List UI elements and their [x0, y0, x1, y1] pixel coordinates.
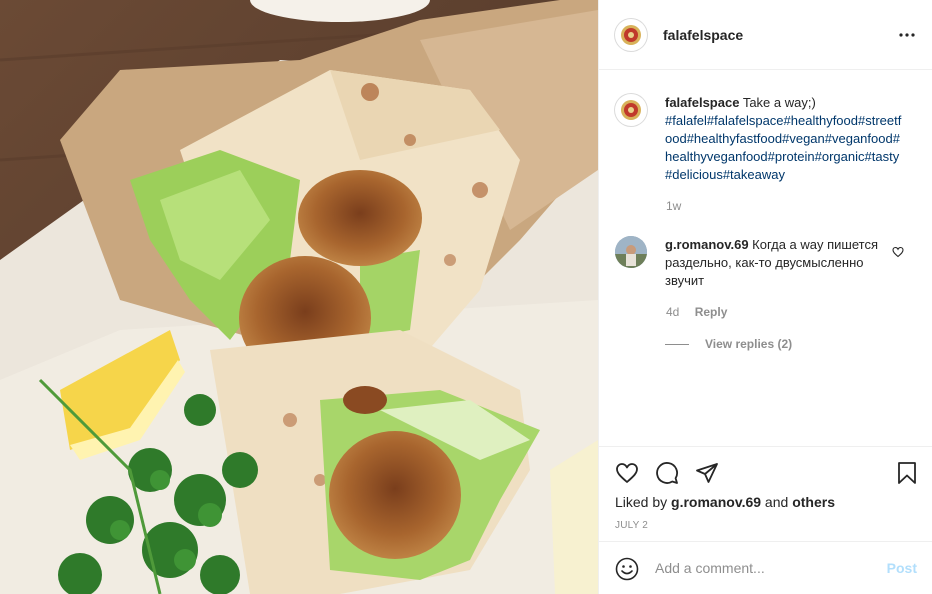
caption-username[interactable]: falafelspace	[665, 95, 739, 110]
post-image[interactable]	[0, 0, 598, 594]
post-header: falafelspace	[599, 0, 932, 70]
liked-by-user[interactable]: g.romanov.69	[671, 494, 761, 510]
caption-age[interactable]: 1w	[666, 199, 681, 213]
likes-summary: Liked by g.romanov.69 and others	[615, 494, 835, 510]
falafelspace-logo-icon	[616, 20, 646, 50]
hashtag[interactable]: #healthyfastfood	[687, 131, 782, 146]
comment-button[interactable]	[655, 461, 679, 490]
heart-icon	[616, 463, 638, 483]
falafelspace-logo-icon	[616, 95, 646, 125]
bookmark-icon	[898, 462, 916, 484]
post-caption: falafelspace Take a way;) #falafel#falaf…	[665, 94, 905, 184]
share-button[interactable]	[695, 461, 719, 490]
more-options-button[interactable]	[897, 25, 917, 45]
comment-meta: 4d Reply	[666, 305, 727, 319]
liked-by-others[interactable]: others	[792, 494, 835, 510]
liked-by-and: and	[761, 494, 793, 510]
hashtag[interactable]: #vegan	[782, 131, 825, 146]
comment-bubble-icon	[656, 462, 678, 484]
comment-like-button[interactable]	[892, 245, 904, 263]
caption-text: Take a way;)	[739, 95, 816, 110]
falafel-wrap-photo	[0, 0, 598, 594]
comment-body: g.romanov.69 Когда а way пишется раздель…	[665, 236, 880, 290]
view-replies-button[interactable]: View replies (2)	[665, 337, 792, 351]
user-photo-icon	[615, 236, 647, 268]
post-date[interactable]: JULY 2	[615, 520, 648, 531]
post-details-panel: falafelspace falafelspace Take a way;) #…	[598, 0, 932, 594]
reply-button[interactable]: Reply	[695, 305, 728, 319]
avatar[interactable]	[615, 19, 647, 51]
comment-age[interactable]: 4d	[666, 305, 679, 319]
hashtag[interactable]: #protein	[768, 149, 815, 164]
post-comment-button[interactable]: Post	[887, 560, 917, 576]
commenter-avatar[interactable]	[615, 236, 647, 268]
header-username[interactable]: falafelspace	[663, 27, 743, 43]
hashtag[interactable]: #healthyfood	[784, 113, 858, 128]
add-comment-bar: Post	[599, 541, 932, 594]
hashtag[interactable]: #tasty	[865, 149, 900, 164]
emoji-button[interactable]	[615, 557, 639, 586]
divider-line	[665, 343, 689, 345]
hashtag[interactable]: #veganfood	[825, 131, 893, 146]
paper-plane-icon	[696, 463, 718, 483]
save-button[interactable]	[895, 461, 919, 490]
comment-input[interactable]	[655, 558, 875, 578]
small-heart-icon	[892, 246, 904, 258]
comment-username[interactable]: g.romanov.69	[665, 237, 749, 252]
post-actions: Liked by g.romanov.69 and others JULY 2	[599, 446, 932, 541]
hashtag[interactable]: #falafelspace	[707, 113, 784, 128]
more-horizontal-icon	[899, 33, 915, 37]
emoji-smile-icon	[615, 557, 639, 581]
hashtag[interactable]: #delicious	[665, 167, 723, 182]
liked-by-prefix: Liked by	[615, 494, 672, 510]
caption-avatar[interactable]	[615, 94, 647, 126]
view-replies-label: View replies (2)	[705, 337, 793, 351]
like-button[interactable]	[615, 461, 639, 490]
hashtag[interactable]: #organic	[815, 149, 865, 164]
hashtag[interactable]: #takeaway	[723, 167, 785, 182]
hashtag[interactable]: #falafel	[665, 113, 707, 128]
